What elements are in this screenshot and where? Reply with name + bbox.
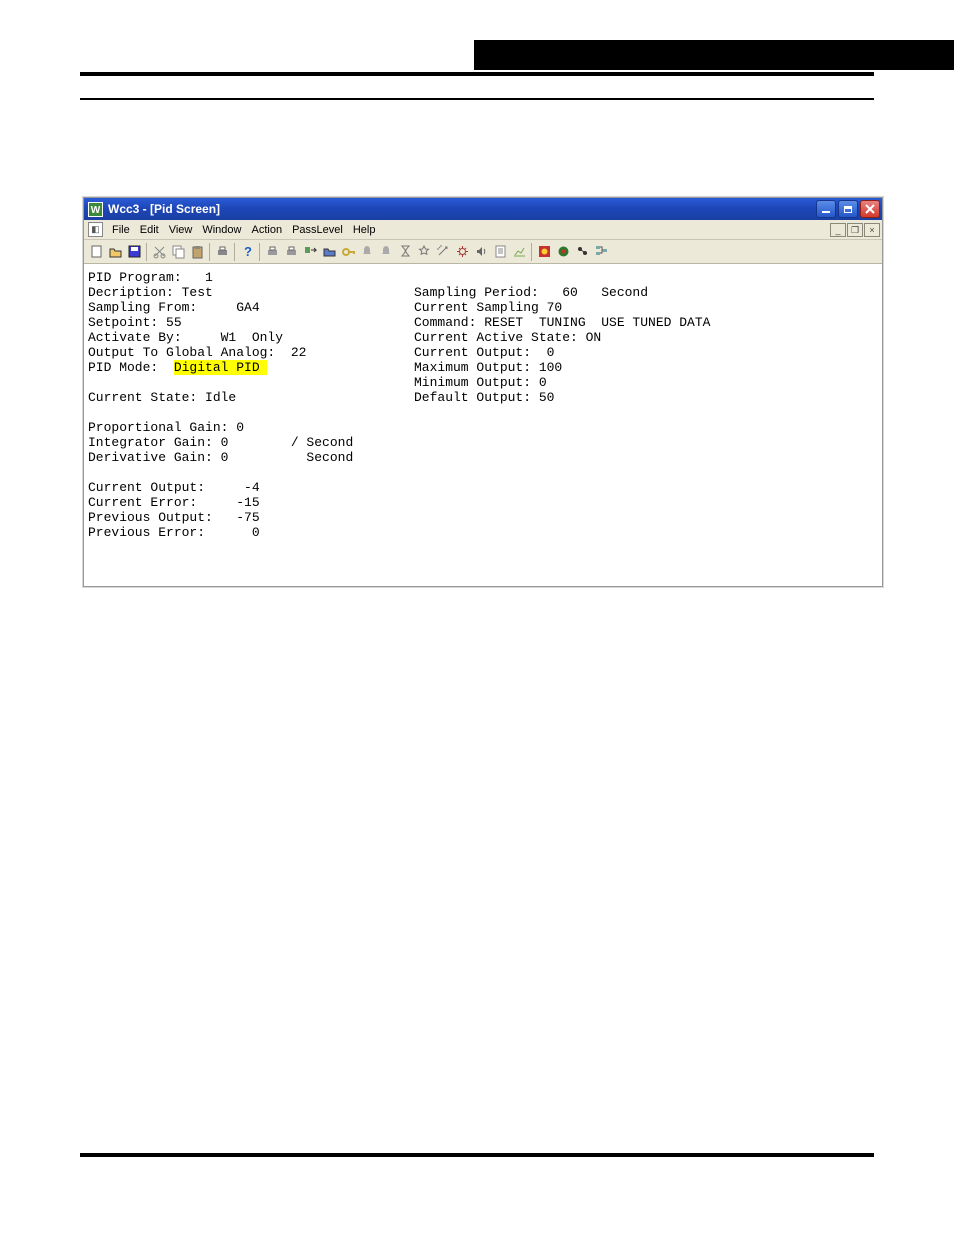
- stop-icon[interactable]: [535, 243, 553, 261]
- menu-view[interactable]: View: [164, 222, 198, 238]
- page: W Wcc3 - [Pid Screen] ◧ File Edit View W…: [0, 0, 954, 1235]
- command-line: Command: RESET TUNING USE TUNED DATA: [414, 315, 710, 330]
- magic-icon[interactable]: [434, 243, 452, 261]
- left-column: PID Program: 1 Decription: Test Sampling…: [88, 270, 353, 540]
- printer2-icon[interactable]: [282, 243, 300, 261]
- content-area: PID Program: 1 Decription: Test Sampling…: [84, 264, 882, 330]
- mdi-controls: _ ❐ ×: [830, 223, 882, 237]
- mdi-restore-button[interactable]: ❐: [847, 223, 863, 237]
- output-global-line: Output To Global Analog: 22: [88, 345, 306, 360]
- page-icon[interactable]: [491, 243, 509, 261]
- mdi-child-icon[interactable]: ◧: [88, 222, 103, 237]
- current-sampling-line: Current Sampling 70: [414, 300, 562, 315]
- title-bar: W Wcc3 - [Pid Screen]: [84, 198, 882, 220]
- current-state-line: Current State: Idle: [88, 390, 236, 405]
- process-icon[interactable]: [573, 243, 591, 261]
- sampling-from-line: Sampling From: GA4: [88, 300, 260, 315]
- key-icon[interactable]: [339, 243, 357, 261]
- app-icon: W: [88, 202, 103, 217]
- menu-help[interactable]: Help: [348, 222, 381, 238]
- bell-icon[interactable]: [358, 243, 376, 261]
- integrator-gain-line: Integrator Gain: 0 / Second: [88, 435, 353, 450]
- menu-passlevel[interactable]: PassLevel: [287, 222, 348, 238]
- right-current-output-line: Current Output: 0: [414, 345, 554, 360]
- header-rule-thin: [80, 98, 874, 100]
- minimum-output-line: Minimum Output: 0: [414, 375, 547, 390]
- footer-rule: [80, 1153, 874, 1157]
- menu-window[interactable]: Window: [197, 222, 246, 238]
- print-icon[interactable]: [213, 243, 231, 261]
- activate-by-line: Activate By: W1 Only: [88, 330, 283, 345]
- derivative-gain-line: Derivative Gain: 0 Second: [88, 450, 353, 465]
- current-error-line: Current Error: -15: [88, 495, 260, 510]
- pid-mode-value[interactable]: Digital PID: [174, 360, 268, 375]
- description-line: Decription: Test: [88, 285, 213, 300]
- printer1-icon[interactable]: [263, 243, 281, 261]
- folder-icon[interactable]: [320, 243, 338, 261]
- header-rule-thick: [80, 72, 874, 76]
- maximum-output-line: Maximum Output: 100: [414, 360, 562, 375]
- previous-error-line: Previous Error: 0: [88, 525, 260, 540]
- sampling-period-line: Sampling Period: 60 Second: [414, 285, 648, 300]
- minimize-button[interactable]: [816, 200, 836, 218]
- gear-icon[interactable]: [453, 243, 471, 261]
- pid-mode-label: PID Mode:: [88, 360, 174, 375]
- current-output-line: Current Output: -4: [88, 480, 260, 495]
- window-controls: [816, 200, 880, 218]
- record-icon[interactable]: [554, 243, 572, 261]
- toolbar: ?: [84, 240, 882, 264]
- star-icon[interactable]: [415, 243, 433, 261]
- proportional-gain-line: Proportional Gain: 0: [88, 420, 244, 435]
- open-icon[interactable]: [106, 243, 124, 261]
- bell2-icon[interactable]: [377, 243, 395, 261]
- close-icon: [865, 204, 875, 214]
- save-icon[interactable]: [125, 243, 143, 261]
- menu-action[interactable]: Action: [246, 222, 287, 238]
- app-window: W Wcc3 - [Pid Screen] ◧ File Edit View W…: [83, 197, 883, 587]
- menu-edit[interactable]: Edit: [135, 222, 164, 238]
- previous-output-line: Previous Output: -75: [88, 510, 260, 525]
- right-column: Sampling Period: 60 Second Current Sampl…: [414, 285, 710, 405]
- active-state-line: Current Active State: ON: [414, 330, 601, 345]
- hourglass-icon[interactable]: [396, 243, 414, 261]
- window-title: Wcc3 - [Pid Screen]: [108, 202, 220, 216]
- help-icon[interactable]: ?: [238, 243, 256, 261]
- new-icon[interactable]: [87, 243, 105, 261]
- tree-icon[interactable]: [592, 243, 610, 261]
- default-output-line: Default Output: 50: [414, 390, 554, 405]
- menu-file[interactable]: File: [107, 222, 135, 238]
- mdi-close-button[interactable]: ×: [864, 223, 880, 237]
- copy-icon[interactable]: [169, 243, 187, 261]
- pid-program-line: PID Program: 1: [88, 270, 213, 285]
- close-button[interactable]: [860, 200, 880, 218]
- transfer-icon[interactable]: [301, 243, 319, 261]
- mdi-minimize-button[interactable]: _: [830, 223, 846, 237]
- maximize-button[interactable]: [838, 200, 858, 218]
- sound-icon[interactable]: [472, 243, 490, 261]
- paste-icon[interactable]: [188, 243, 206, 261]
- chart-icon[interactable]: [510, 243, 528, 261]
- header-black-band: [474, 40, 954, 70]
- setpoint-line: Setpoint: 55: [88, 315, 182, 330]
- cut-icon[interactable]: [150, 243, 168, 261]
- svg-text:?: ?: [244, 244, 252, 259]
- menu-bar: ◧ File Edit View Window Action PassLevel…: [84, 220, 882, 240]
